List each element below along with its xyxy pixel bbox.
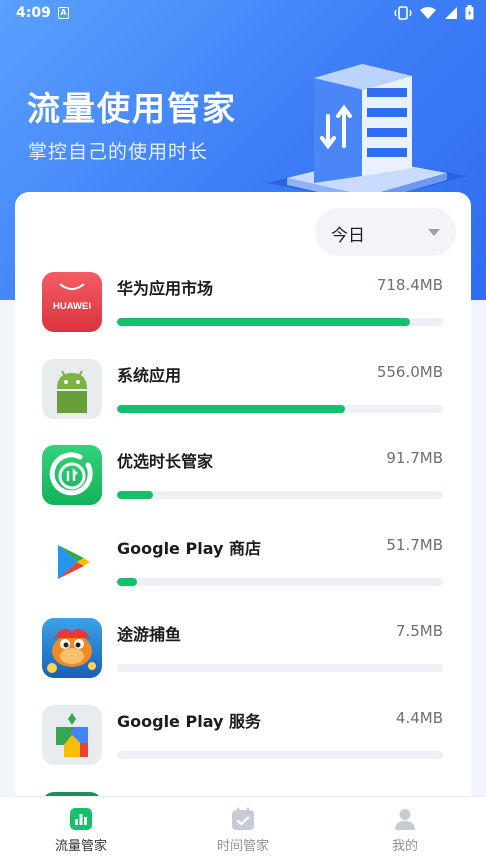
app-name: 优选时长管家 <box>117 452 214 472</box>
page-title: 流量使用管家 <box>27 89 237 128</box>
usage-bar-fill <box>117 577 137 586</box>
page-subtitle: 掌控自己的使用时长 <box>28 141 209 163</box>
tab-label: 流量管家 <box>54 839 107 854</box>
usage-bar-track <box>117 404 443 413</box>
bar-chart-icon <box>70 808 92 830</box>
app-name: 系统应用 <box>117 365 182 385</box>
status-time: 4:09 <box>16 5 51 21</box>
usage-bar-track <box>117 318 443 326</box>
huawei-appgallery-icon: HUAWEI <box>42 272 102 332</box>
tab-time-manager[interactable]: 时间管家 <box>162 797 324 865</box>
tab-label: 时间管家 <box>216 839 269 854</box>
app-usage-row[interactable]: 途游捕鱼 7.5MB <box>15 614 471 701</box>
app-usage-size: 556.0MB <box>376 362 443 381</box>
chevron-down-icon <box>428 229 440 236</box>
tab-profile[interactable]: 我的 <box>324 797 486 865</box>
app-usage-row[interactable]: 系统应用 556.0MB <box>15 355 471 442</box>
google-play-store-icon <box>42 531 102 592</box>
app-usage-list: HUAWEI 华为应用市场 718.4MB 系统应用 556.0MB 优选时长管… <box>15 268 471 865</box>
app-name: Google Play 服务 <box>117 711 261 731</box>
svg-text:HUAWEI: HUAWEI <box>53 301 91 312</box>
app-usage-size: 7.5MB <box>395 622 443 641</box>
usage-bar-track <box>117 750 443 759</box>
time-manager-icon <box>42 445 102 506</box>
android-icon <box>42 358 102 419</box>
fishing-game-icon <box>42 618 102 679</box>
usage-bar-track <box>117 491 443 500</box>
usage-bar-fill <box>117 404 346 413</box>
signal-icon <box>444 6 458 24</box>
usage-bar-track <box>117 577 443 586</box>
calendar-check-icon <box>232 807 254 830</box>
app-usage-size: 51.7MB <box>386 535 443 554</box>
google-play-services-icon <box>42 704 102 765</box>
app-usage-row[interactable]: Google Play 商店 51.7MB <box>15 528 471 615</box>
app-usage-row[interactable]: Google Play 服务 4.4MB <box>15 701 471 788</box>
tab-traffic-manager[interactable]: 流量管家 <box>0 797 162 865</box>
app-name: Google Play 商店 <box>117 538 261 558</box>
data-transfer-illustration-icon <box>267 64 467 203</box>
app-usage-size: 718.4MB <box>376 276 443 294</box>
usage-bar-fill <box>117 318 411 326</box>
vibrate-icon <box>394 5 412 24</box>
app-usage-row[interactable]: HUAWEI 华为应用市场 718.4MB <box>15 268 471 355</box>
tab-label: 我的 <box>391 839 418 854</box>
app-name: 途游捕鱼 <box>117 625 182 645</box>
app-name: 华为应用市场 <box>117 279 214 298</box>
usage-bar-fill <box>117 491 153 500</box>
period-dropdown[interactable]: 今日 <box>315 208 456 256</box>
period-selected-label: 今日 <box>331 226 365 246</box>
app-usage-size: 4.4MB <box>395 708 443 727</box>
status-bar: 4:09 A <box>0 0 486 28</box>
user-icon <box>395 809 415 830</box>
usage-bar-track <box>117 664 443 673</box>
app-usage-row[interactable]: 优选时长管家 91.7MB <box>15 441 471 528</box>
usage-card: 今日 HUAWEI 华为应用市场 718.4MB 系统应用 556.0MB 优选… <box>15 192 471 865</box>
app-usage-size: 91.7MB <box>386 449 443 468</box>
wifi-icon <box>419 6 437 24</box>
battery-icon <box>465 5 474 24</box>
status-icons <box>394 5 474 24</box>
bottom-tab-bar: 流量管家 时间管家 我的 <box>0 796 486 865</box>
notification-icon: A <box>58 7 69 19</box>
